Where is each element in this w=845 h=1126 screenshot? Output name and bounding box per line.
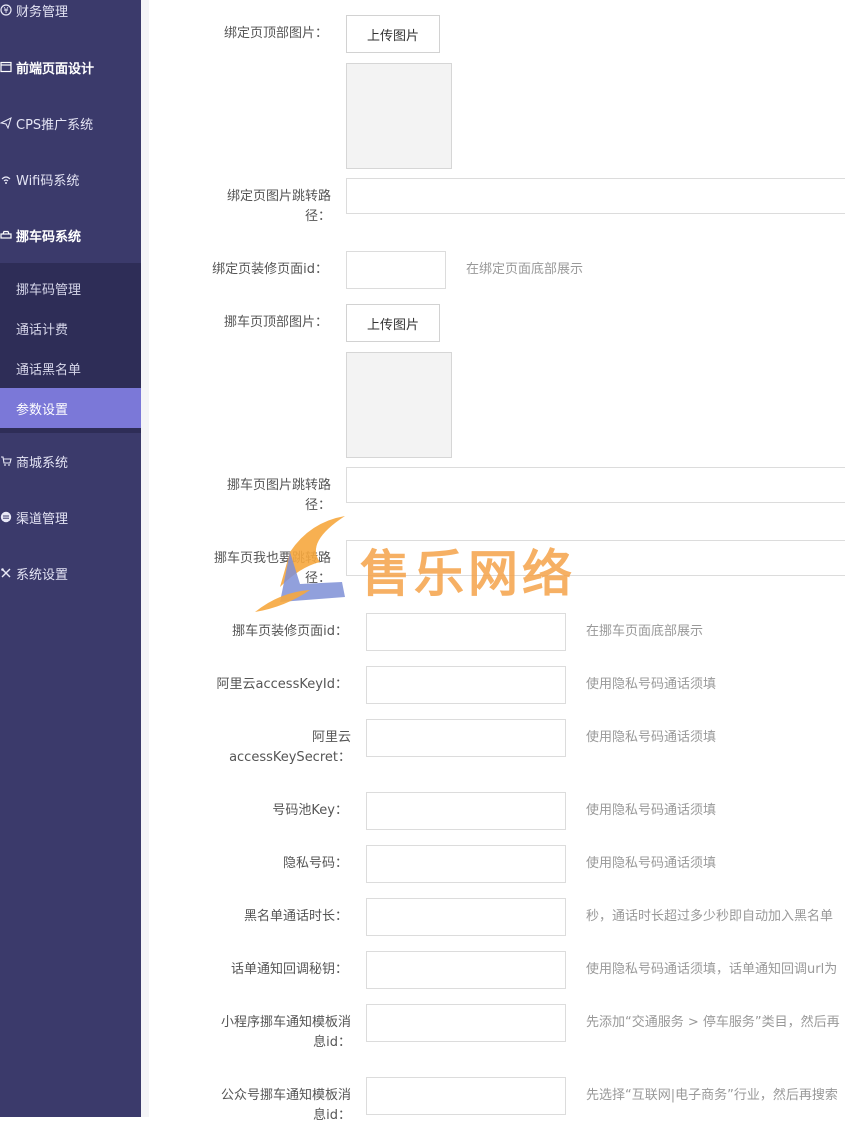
sidebar-item-wifi[interactable]: Wifi码系统	[0, 159, 141, 199]
sidebar-item-move-car[interactable]: 挪车码系统	[0, 215, 141, 255]
sidebar-item-label: 系统设置	[16, 567, 69, 583]
sidebar-item-system-settings[interactable]: 系统设置	[0, 553, 141, 593]
bind-decor-id-label: 绑定页装修页面id：	[212, 262, 328, 277]
blacklist-duration-label: 黑名单通话时长：	[243, 909, 348, 924]
label-line: accessKeySecret：	[229, 750, 351, 765]
bind-image-preview	[346, 63, 452, 169]
mini-template-input[interactable]	[366, 1004, 566, 1042]
bind-decor-id-input[interactable]	[346, 251, 446, 289]
submenu-item-label: 参数设置	[16, 402, 69, 418]
pool-key-hint: 使用隐私号码通话须填	[586, 803, 717, 818]
paper-plane-icon	[0, 117, 12, 129]
bind-image-path-input[interactable]	[346, 178, 845, 214]
label-line: 绑定页图片跳转路	[226, 189, 331, 204]
tools-icon	[0, 567, 12, 579]
aliyun-key-id-hint: 使用隐私号码通话须填	[586, 677, 717, 692]
channel-circle-icon	[0, 511, 12, 523]
sidebar-item-label: CPS推广系统	[16, 117, 94, 133]
cart-icon	[0, 455, 12, 467]
label-line: 息id：	[313, 1035, 351, 1050]
aliyun-secret-label: 阿里云 accessKeySecret：	[170, 728, 351, 768]
sidebar-item-label: 前端页面设计	[16, 61, 95, 77]
bind-image-path-label: 绑定页图片跳转路 径：	[170, 187, 331, 227]
svg-text:¥: ¥	[3, 6, 8, 15]
sidebar-item-label: 挪车码系统	[16, 229, 82, 245]
sidebar-gutter	[141, 0, 149, 1117]
mp-template-hint: 先选择“互联网|电子商务”行业，然后再搜索	[586, 1088, 838, 1103]
label-line: 小程序挪车通知模板消	[220, 1015, 351, 1030]
sidebar-item-label: Wifi码系统	[16, 173, 80, 189]
bind-upload-button[interactable]: 上传图片	[346, 15, 440, 53]
submenu-item-label: 通话黑名单	[16, 362, 82, 378]
mp-template-input[interactable]	[366, 1077, 566, 1115]
label-line: 径：	[304, 571, 331, 586]
sidebar-item-channel[interactable]: 渠道管理	[0, 497, 141, 537]
pool-key-input[interactable]	[366, 792, 566, 830]
move-also-path-label: 挪车页我也要跳转路 径：	[170, 549, 331, 589]
label-line: 挪车页我也要跳转路	[213, 551, 331, 566]
move-upload-button[interactable]: 上传图片	[346, 304, 440, 342]
car-icon	[0, 229, 12, 241]
submenu-item-label: 挪车码管理	[16, 282, 82, 298]
mp-template-label: 公众号挪车通知模板消 息id：	[170, 1086, 351, 1126]
label-line: 公众号挪车通知模板消	[220, 1088, 351, 1103]
aliyun-key-id-label: 阿里云accessKeyId：	[216, 677, 348, 692]
bind-top-image-label: 绑定页顶部图片：	[223, 26, 328, 41]
label-line: 挪车页图片跳转路	[226, 478, 331, 493]
sidebar-item-frontend-design[interactable]: 前端页面设计	[0, 47, 141, 87]
aliyun-secret-hint: 使用隐私号码通话须填	[586, 730, 717, 745]
aliyun-key-id-input[interactable]	[366, 666, 566, 704]
callback-secret-input[interactable]	[366, 951, 566, 989]
submenu-item-label: 通话计费	[16, 322, 69, 338]
move-also-path-input[interactable]	[346, 540, 845, 576]
private-number-input[interactable]	[366, 845, 566, 883]
money-circle-icon: ¥	[0, 4, 12, 16]
sidebar: ¥ 财务管理 前端页面设计 CPS推广系统 Wifi码系统 挪车码系统 挪车码管…	[0, 0, 141, 1117]
aliyun-secret-input[interactable]	[366, 719, 566, 757]
layout-window-icon	[0, 61, 12, 73]
sidebar-item-mall[interactable]: 商城系统	[0, 441, 141, 481]
blacklist-duration-hint: 秒，通话时长超过多少秒即自动加入黑名单	[586, 909, 834, 924]
move-image-path-input[interactable]	[346, 467, 845, 503]
move-car-submenu: 挪车码管理 通话计费 通话黑名单 参数设置	[0, 263, 141, 433]
sidebar-item-label: 商城系统	[16, 455, 69, 471]
label-line: 阿里云	[311, 730, 351, 745]
move-image-preview	[346, 352, 452, 458]
move-image-path-label: 挪车页图片跳转路 径：	[170, 476, 331, 516]
sidebar-item-finance[interactable]: ¥ 财务管理	[0, 0, 141, 30]
label-line: 径：	[304, 498, 331, 513]
move-decor-id-hint: 在挪车页面底部展示	[586, 624, 704, 639]
private-number-hint: 使用隐私号码通话须填	[586, 856, 717, 871]
wifi-icon	[0, 173, 12, 185]
submenu-item-move-car-manage[interactable]: 挪车码管理	[0, 268, 141, 308]
sidebar-item-label: 财务管理	[16, 4, 69, 20]
move-top-image-label: 挪车页顶部图片：	[223, 315, 328, 330]
callback-secret-label: 话单通知回调秘钥：	[230, 962, 348, 977]
sidebar-item-label: 渠道管理	[16, 511, 69, 527]
submenu-item-params[interactable]: 参数设置	[0, 388, 141, 428]
mini-template-label: 小程序挪车通知模板消 息id：	[170, 1013, 351, 1053]
mini-template-hint: 先添加“交通服务 > 停车服务”类目，然后再	[586, 1015, 840, 1030]
pool-key-label: 号码池Key：	[272, 803, 348, 818]
private-number-label: 隐私号码：	[282, 856, 348, 871]
label-line: 息id：	[313, 1108, 351, 1123]
callback-secret-hint: 使用隐私号码通话须填，话单通知回调url为	[586, 962, 838, 977]
blacklist-duration-input[interactable]	[366, 898, 566, 936]
sidebar-item-cps[interactable]: CPS推广系统	[0, 103, 141, 143]
move-decor-id-input[interactable]	[366, 613, 566, 651]
move-decor-id-label: 挪车页装修页面id：	[232, 624, 348, 639]
bind-decor-id-hint: 在绑定页面底部展示	[466, 262, 584, 277]
submenu-item-call-billing[interactable]: 通话计费	[0, 308, 141, 348]
submenu-item-call-blacklist[interactable]: 通话黑名单	[0, 348, 141, 388]
label-line: 径：	[304, 209, 331, 224]
